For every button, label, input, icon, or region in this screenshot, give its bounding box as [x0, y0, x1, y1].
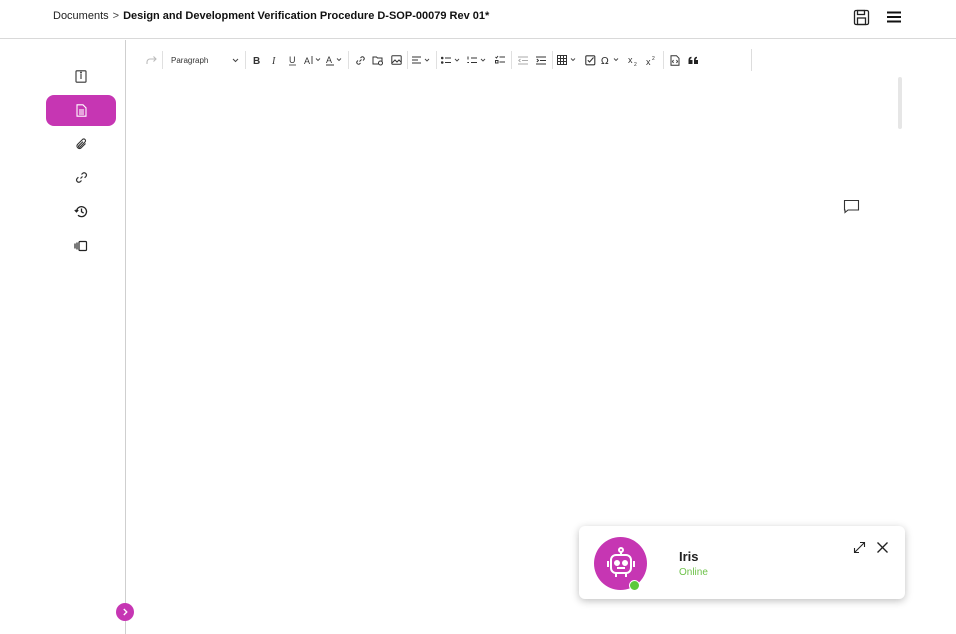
toolbar-separator — [511, 51, 512, 69]
insert-table-button[interactable] — [555, 49, 581, 71]
toolbar-separator — [436, 51, 437, 69]
chevron-right-icon — [123, 608, 128, 616]
bold-icon: B — [253, 56, 260, 65]
bold-button[interactable]: B — [248, 49, 266, 71]
source-editing-button[interactable] — [666, 49, 684, 71]
svg-text:A: A — [304, 56, 310, 65]
font-color-icon: A — [326, 55, 342, 65]
special-characters-button[interactable]: Ω — [599, 49, 625, 71]
align-left-icon — [412, 56, 430, 63]
svg-text:A: A — [326, 55, 332, 65]
toolbar-separator — [407, 51, 408, 69]
editor-toolbar: Paragraph B I U A A Ω x 2 x 2 — [142, 49, 752, 71]
document-icon — [75, 104, 87, 117]
numbered-list-button[interactable] — [465, 49, 491, 71]
versions-icon — [74, 240, 88, 251]
svg-text:I: I — [271, 56, 276, 65]
svg-text:B: B — [253, 56, 260, 65]
indent-button[interactable] — [532, 49, 550, 71]
sidebar-item-document[interactable] — [46, 95, 116, 126]
breadcrumb-current-document: Design and Development Verification Proc… — [123, 10, 490, 22]
image-icon — [390, 55, 402, 65]
sidebar-item-history[interactable] — [46, 196, 116, 227]
editor-scrollbar[interactable] — [898, 77, 902, 129]
omega-icon: Ω — [601, 56, 619, 65]
superscript-button[interactable]: x2 — [643, 49, 661, 71]
outdent-icon — [517, 56, 528, 64]
sidebar-item-info[interactable] — [46, 61, 116, 92]
bot-name: Iris — [679, 549, 699, 564]
outdent-button[interactable] — [514, 49, 532, 71]
underline-button[interactable]: U — [284, 49, 302, 71]
assistant-chat-widget[interactable]: Iris Online — [579, 526, 905, 599]
comment-icon — [843, 199, 859, 214]
toolbar-separator — [162, 51, 163, 69]
paperclip-icon — [75, 138, 86, 150]
sidebar — [0, 40, 125, 634]
sidebar-divider — [125, 40, 126, 634]
bulleted-list-icon — [441, 56, 460, 64]
indent-icon — [535, 56, 546, 64]
subscript-icon: x2 — [628, 55, 637, 66]
font-size-button[interactable]: A — [302, 49, 324, 71]
breadcrumb-separator: > — [112, 10, 120, 22]
svg-text:Ω: Ω — [601, 56, 609, 65]
toolbar-separator — [663, 51, 664, 69]
history-icon — [74, 206, 88, 218]
insert-checkbox-button[interactable] — [581, 49, 599, 71]
online-status-dot — [629, 580, 640, 591]
svg-text:U: U — [289, 55, 296, 65]
insert-link-button[interactable] — [351, 49, 369, 71]
sidebar-item-attachments[interactable] — [46, 129, 116, 160]
link-icon — [355, 55, 365, 65]
robot-icon — [606, 546, 635, 577]
quote-icon — [688, 56, 698, 64]
underline-icon: U — [289, 55, 296, 65]
folder-upload-icon — [372, 56, 383, 65]
paragraph-style-label: Paragraph — [171, 55, 209, 65]
superscript-icon: x2 — [646, 56, 655, 66]
subscript-button[interactable]: x2 — [625, 49, 643, 71]
sidebar-item-versions[interactable] — [46, 230, 116, 261]
info-book-icon — [75, 70, 87, 83]
svg-text:2: 2 — [634, 62, 637, 66]
insert-file-button[interactable] — [369, 49, 387, 71]
toolbar-separator — [348, 51, 349, 69]
redo-icon — [145, 55, 157, 64]
link-icon — [75, 172, 87, 183]
svg-text:x: x — [646, 57, 651, 66]
text-align-button[interactable] — [410, 49, 434, 71]
save-icon[interactable] — [852, 8, 870, 26]
font-color-button[interactable]: A — [324, 49, 346, 71]
bulleted-list-button[interactable] — [439, 49, 465, 71]
numbered-list-icon — [467, 56, 486, 63]
breadcrumb-documents-link[interactable]: Documents — [53, 10, 109, 22]
svg-text:2: 2 — [652, 56, 655, 62]
menu-icon[interactable] — [885, 8, 903, 26]
svg-text:x: x — [628, 55, 633, 65]
sidebar-collapse-button[interactable] — [116, 603, 134, 621]
source-code-icon — [670, 54, 679, 66]
redo-button[interactable] — [142, 49, 160, 71]
expand-icon[interactable] — [852, 540, 866, 554]
insert-image-button[interactable] — [387, 49, 405, 71]
toolbar-separator — [552, 51, 553, 69]
sidebar-item-links[interactable] — [46, 162, 116, 193]
toolbar-separator — [245, 51, 246, 69]
breadcrumb: Documents > Design and Development Verific… — [53, 10, 489, 22]
block-quote-button[interactable] — [684, 49, 702, 71]
font-size-icon: A — [304, 56, 321, 65]
todo-list-icon — [494, 55, 505, 64]
table-icon — [557, 55, 576, 65]
todo-list-button[interactable] — [491, 49, 509, 71]
italic-icon: I — [271, 56, 276, 65]
chevron-down-icon — [232, 58, 239, 62]
paragraph-style-select[interactable]: Paragraph — [165, 49, 243, 71]
close-icon[interactable] — [875, 540, 889, 554]
checkbox-icon — [584, 54, 595, 65]
italic-button[interactable]: I — [266, 49, 284, 71]
top-bar: Documents > Design and Development Verific… — [0, 0, 956, 39]
bot-status: Online — [679, 567, 708, 578]
add-comment-button[interactable] — [841, 197, 861, 215]
